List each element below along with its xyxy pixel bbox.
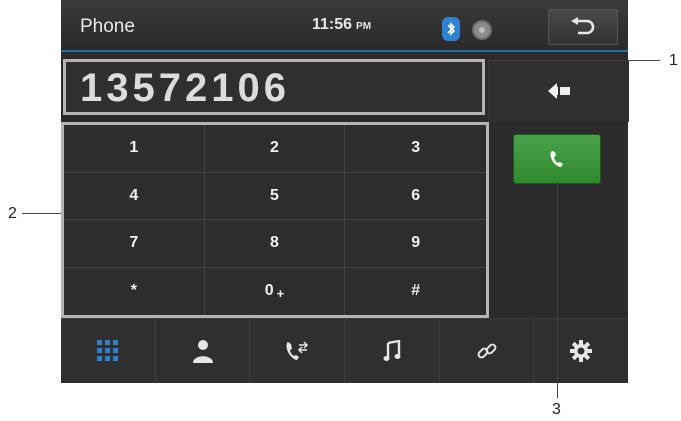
back-arrow-icon: [571, 17, 595, 35]
number-display: 13572106: [63, 59, 485, 115]
key-label: 0: [264, 282, 274, 300]
phone-screen: Phone 11:56 PM 13572106 1 2 3 4 5 6 7 8 9…: [61, 0, 629, 383]
nav-link[interactable]: [440, 319, 535, 383]
callout-label-2: 2: [8, 205, 17, 222]
dial-keypad: 1 2 3 4 5 6 7 8 9 * 0 + #: [61, 122, 489, 318]
call-button[interactable]: [513, 134, 601, 184]
call-log-icon: [286, 341, 309, 360]
callout-line-3: [557, 182, 558, 398]
bottom-navigation: [61, 318, 628, 383]
phone-handset-icon: [550, 151, 563, 167]
key-7[interactable]: 7: [64, 220, 205, 268]
key-8[interactable]: 8: [204, 220, 346, 268]
key-label: 8: [270, 234, 279, 252]
nav-contacts[interactable]: [156, 319, 251, 383]
gear-icon: [570, 340, 593, 362]
key-2[interactable]: 2: [204, 125, 346, 173]
back-button[interactable]: [548, 9, 618, 45]
key-1[interactable]: 1: [64, 125, 205, 173]
nav-call-log[interactable]: [250, 319, 346, 383]
key-label: 6: [411, 186, 421, 204]
key-9[interactable]: 9: [345, 220, 486, 268]
link-icon: [477, 343, 496, 359]
key-label: *: [130, 282, 137, 300]
key-3[interactable]: 3: [345, 125, 486, 173]
key-label: 7: [129, 234, 139, 252]
key-sublabel: +: [276, 285, 285, 301]
key-hash[interactable]: #: [345, 268, 486, 316]
key-label: 3: [411, 139, 421, 157]
callout-line-1: [488, 60, 660, 61]
nav-keypad[interactable]: [61, 319, 156, 383]
callout-line-2: [22, 213, 61, 214]
clock-time: 11:56: [312, 16, 353, 33]
key-label: #: [411, 282, 421, 300]
key-5[interactable]: 5: [204, 172, 346, 220]
music-note-icon: [383, 340, 401, 361]
key-label: 5: [270, 186, 279, 204]
clock: 11:56 PM: [312, 16, 371, 34]
nav-music[interactable]: [345, 319, 440, 383]
disc-icon[interactable]: [472, 20, 492, 40]
contacts-person-icon: [192, 340, 213, 363]
key-star[interactable]: *: [64, 267, 205, 315]
key-6[interactable]: 6: [345, 173, 486, 220]
status-bar: Phone 11:56 PM: [61, 0, 628, 52]
callout-label-3: 3: [552, 401, 561, 418]
backspace-icon: [548, 83, 570, 99]
clock-ampm: PM: [356, 21, 372, 32]
key-label: 2: [270, 139, 279, 157]
keypad-grid-icon: [96, 340, 118, 361]
nav-settings[interactable]: [534, 319, 628, 383]
app-title: Phone: [80, 16, 135, 37]
key-0[interactable]: 0 +: [205, 267, 346, 315]
dialed-number: 13572106: [80, 66, 290, 110]
key-4[interactable]: 4: [64, 172, 205, 220]
key-label: 9: [411, 234, 421, 252]
key-label: 1: [129, 139, 139, 157]
backspace-button[interactable]: [488, 60, 629, 122]
callout-label-1: 1: [669, 52, 678, 69]
key-label: 4: [129, 186, 139, 204]
bluetooth-icon: [442, 17, 460, 41]
